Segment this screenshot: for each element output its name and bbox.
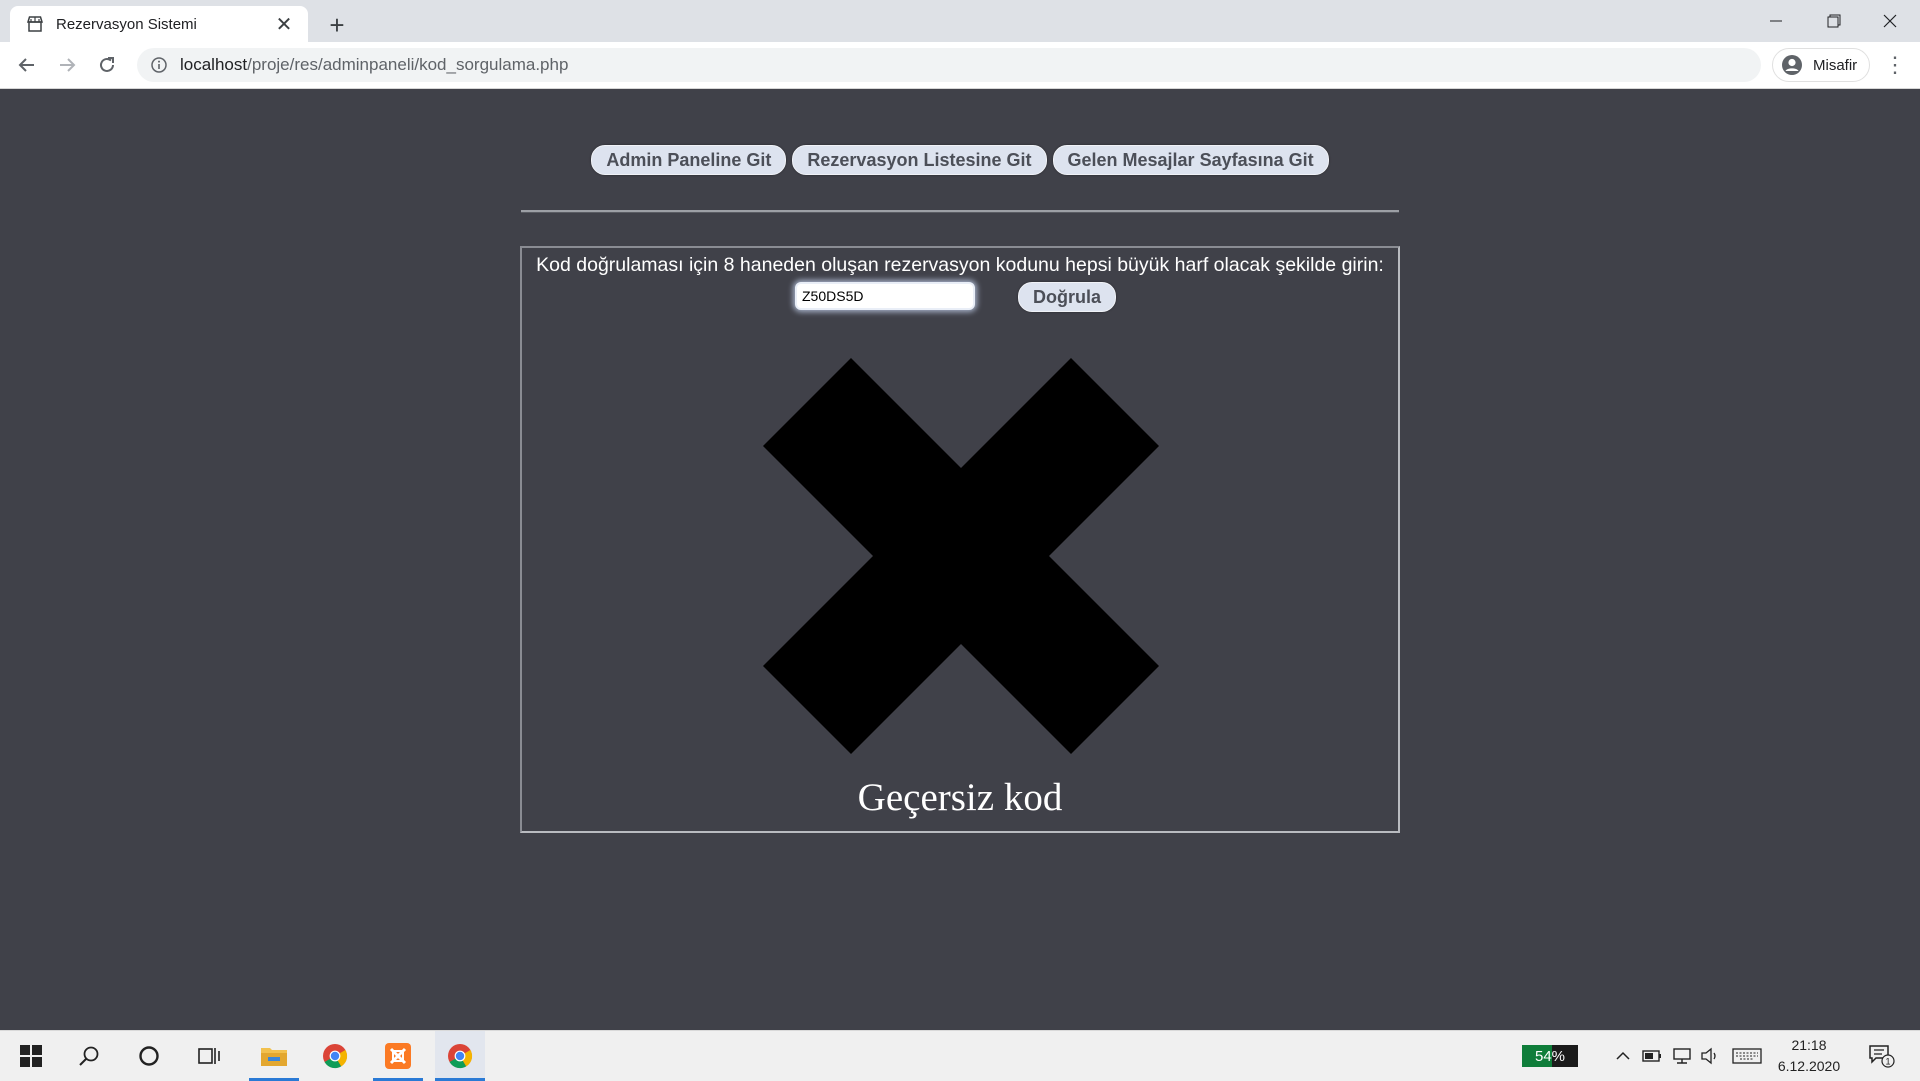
search-icon[interactable] xyxy=(64,1031,114,1081)
address-bar[interactable]: localhost/proje/res/adminpaneli/kod_sorg… xyxy=(137,48,1761,82)
reload-icon[interactable] xyxy=(92,50,122,80)
new-tab-icon[interactable]: + xyxy=(322,10,352,40)
clock[interactable]: 21:18 6.12.2020 xyxy=(1770,1035,1848,1077)
profile-button[interactable]: Misafir xyxy=(1772,48,1870,82)
notification-count: 1 xyxy=(1885,1057,1890,1067)
chrome-icon[interactable] xyxy=(310,1031,360,1081)
browser-tab-strip: Rezervasyon Sistemi ✕ + xyxy=(0,0,1920,42)
forward-icon[interactable] xyxy=(52,50,82,80)
back-icon[interactable] xyxy=(12,50,42,80)
volume-icon[interactable] xyxy=(1698,1043,1722,1069)
reservation-list-button[interactable]: Rezervasyon Listesine Git xyxy=(792,145,1047,175)
more-menu-icon[interactable]: ⋮ xyxy=(1880,50,1910,80)
xampp-icon[interactable] xyxy=(373,1031,423,1081)
url-text: localhost/proje/res/adminpaneli/kod_sorg… xyxy=(180,55,568,75)
url-host: localhost xyxy=(180,55,248,74)
url-path: /proje/res/adminpaneli/kod_sorgulama.php xyxy=(247,55,569,74)
tab-title: Rezervasyon Sistemi xyxy=(56,15,197,33)
browser-tab[interactable]: Rezervasyon Sistemi ✕ xyxy=(10,6,308,42)
code-prompt: Kod doğrulaması için 8 haneden oluşan re… xyxy=(536,254,1384,276)
admin-nav: Admin Paneline Git Rezervasyon Listesine… xyxy=(0,145,1920,175)
restore-icon[interactable] xyxy=(1806,0,1862,42)
admin-panel-button[interactable]: Admin Paneline Git xyxy=(591,145,787,175)
code-input[interactable] xyxy=(795,282,975,310)
battery-icon[interactable] xyxy=(1640,1043,1664,1069)
avatar-icon xyxy=(1782,55,1802,75)
window-close-icon[interactable] xyxy=(1862,0,1918,42)
profile-name: Misafir xyxy=(1813,56,1858,74)
messages-page-button[interactable]: Gelen Mesajlar Sayfasına Git xyxy=(1052,145,1329,175)
info-icon[interactable] xyxy=(150,56,168,74)
network-icon[interactable] xyxy=(1670,1043,1694,1069)
page-content: Admin Paneline Git Rezervasyon Listesine… xyxy=(0,89,1920,1030)
battery-indicator[interactable]: 54% xyxy=(1522,1045,1578,1067)
notification-icon[interactable]: 1 xyxy=(1864,1043,1900,1069)
x-mark-icon xyxy=(763,358,1159,754)
task-view-icon[interactable] xyxy=(184,1031,234,1081)
file-explorer-icon[interactable] xyxy=(249,1031,299,1081)
cortana-icon[interactable] xyxy=(124,1031,174,1081)
verify-button[interactable]: Doğrula xyxy=(1018,282,1117,312)
close-tab-icon[interactable]: ✕ xyxy=(270,10,298,38)
clock-date: 6.12.2020 xyxy=(1777,1058,1841,1074)
divider xyxy=(521,210,1399,213)
windows-start-icon[interactable] xyxy=(6,1031,56,1081)
store-icon xyxy=(26,15,44,33)
result-text: Geçersiz kod xyxy=(857,776,1063,819)
chevron-up-icon[interactable] xyxy=(1610,1043,1636,1069)
battery-percent: 54% xyxy=(1534,1047,1566,1065)
minimize-icon[interactable] xyxy=(1748,0,1804,42)
chrome-active-icon[interactable] xyxy=(435,1031,485,1081)
taskbar: 54% 21:18 6.12.2020 1 xyxy=(0,1030,1920,1081)
code-check-panel: Kod doğrulaması için 8 haneden oluşan re… xyxy=(520,246,1400,833)
browser-toolbar: localhost/proje/res/adminpaneli/kod_sorg… xyxy=(0,42,1920,89)
keyboard-icon[interactable] xyxy=(1730,1043,1764,1069)
clock-time: 21:18 xyxy=(1791,1037,1827,1053)
